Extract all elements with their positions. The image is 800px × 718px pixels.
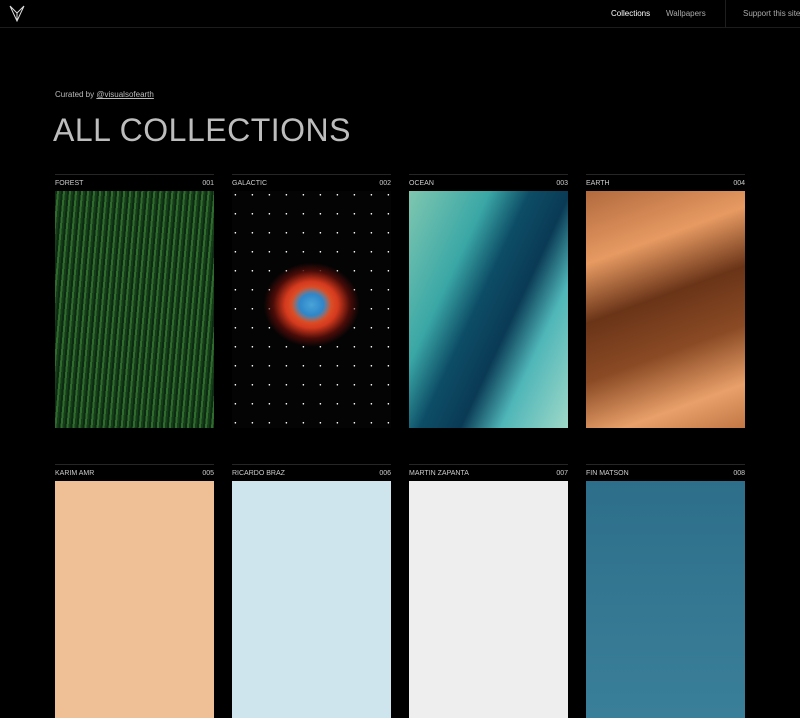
card-image[interactable]	[586, 481, 745, 718]
card-number: 004	[733, 180, 745, 187]
card-number: 003	[556, 180, 568, 187]
card-name: MARTIN ZAPANTA	[409, 470, 469, 477]
card-image[interactable]	[232, 191, 391, 428]
card-number: 006	[379, 470, 391, 477]
collection-card-martin-zapanta[interactable]: MARTIN ZAPANTA 007	[409, 464, 568, 718]
page-title: ALL COLLECTIONS	[53, 112, 351, 148]
collection-card-karim-amr[interactable]: KARIM AMR 005	[55, 464, 214, 718]
nav-wallpapers[interactable]: Wallpapers	[666, 9, 706, 18]
card-number: 002	[379, 180, 391, 187]
collection-card-earth[interactable]: EARTH 004	[586, 174, 745, 428]
card-image[interactable]	[409, 191, 568, 428]
nav-divider	[725, 0, 726, 28]
collection-card-galactic[interactable]: GALACTIC 002	[232, 174, 391, 428]
card-number: 007	[556, 470, 568, 477]
card-image[interactable]	[409, 481, 568, 718]
card-image[interactable]	[55, 481, 214, 718]
card-name: GALACTIC	[232, 180, 268, 187]
top-nav: Collections Wallpapers Support this site	[0, 0, 800, 28]
collection-card-fin-matson[interactable]: FIN MATSON 008	[586, 464, 745, 718]
collection-card-ocean[interactable]: OCEAN 003	[409, 174, 568, 428]
card-name: EARTH	[586, 180, 610, 187]
logo-icon[interactable]	[9, 5, 25, 22]
nav-support[interactable]: Support this site	[743, 9, 800, 18]
card-image[interactable]	[232, 481, 391, 718]
card-image[interactable]	[586, 191, 745, 428]
curated-label: Curated by	[55, 90, 95, 99]
nav-collections[interactable]: Collections	[611, 9, 650, 18]
collection-card-forest[interactable]: FOREST 001	[55, 174, 214, 428]
curated-by: Curated by @visualsofearth	[55, 90, 154, 99]
card-image[interactable]	[55, 191, 214, 428]
card-number: 001	[202, 180, 214, 187]
card-name: OCEAN	[409, 180, 434, 187]
card-number: 008	[733, 470, 745, 477]
curator-link[interactable]: @visualsofearth	[96, 90, 153, 99]
card-number: 005	[202, 470, 214, 477]
card-name: FIN MATSON	[586, 470, 629, 477]
card-name: RICARDO BRAZ	[232, 470, 285, 477]
collection-card-ricardo-braz[interactable]: RICARDO BRAZ 006	[232, 464, 391, 718]
card-name: FOREST	[55, 180, 84, 187]
card-name: KARIM AMR	[55, 470, 95, 477]
